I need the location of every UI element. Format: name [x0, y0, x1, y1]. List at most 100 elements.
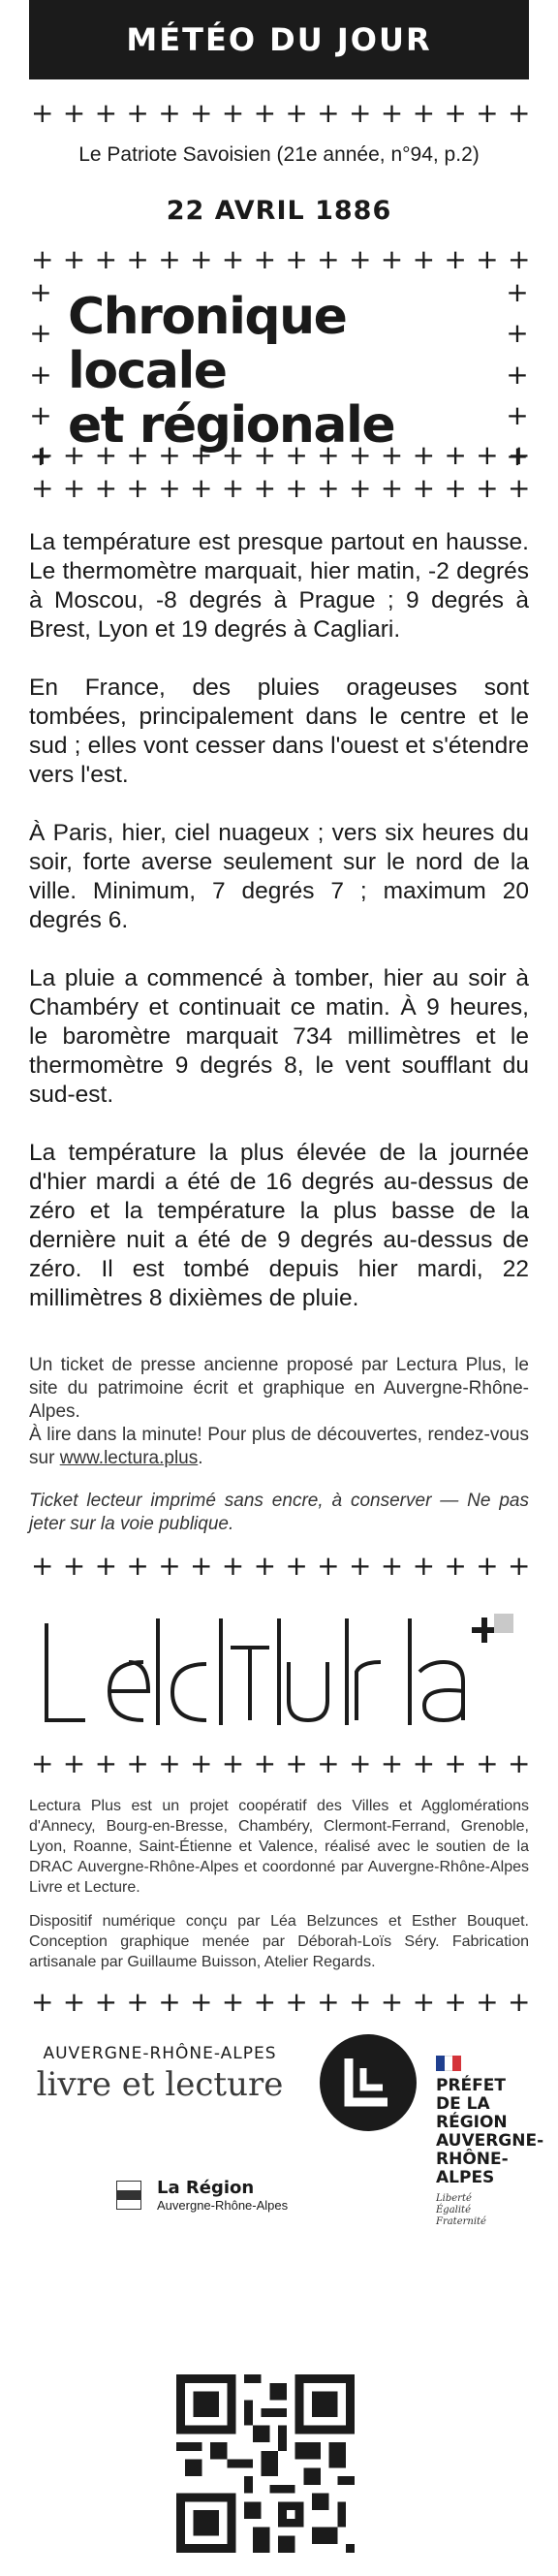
motto-line: Égalité [436, 2205, 471, 2215]
arl-top-text: AUVERGNE-RHÔNE-ALPES [43, 2044, 277, 2063]
paragraph: La température est presque partout en ha… [29, 529, 529, 643]
plus-glyph: + [62, 472, 86, 504]
lectura-link[interactable]: www.lectura.plus [60, 1448, 199, 1468]
credits: Lectura Plus est un projet coopératif de… [29, 1796, 529, 1972]
plus-glyph: + [380, 1550, 404, 1582]
plus-glyph: + [412, 243, 436, 275]
prefet-logo: PRÉFET DE LA RÉGION AUVERGNE- RHÔNE-ALPE… [436, 2056, 543, 2228]
plus-glyph: + [29, 358, 52, 391]
ticket-cta: À lire dans la minute! Pour plus de déco… [29, 1424, 529, 1470]
title-line: Chronique [68, 288, 348, 346]
plus-glyph: + [506, 317, 529, 350]
plus-glyph: + [348, 439, 372, 471]
plus-glyph: + [62, 1747, 86, 1779]
plus-glyph: + [380, 472, 404, 504]
ticket-info: Un ticket de presse ancienne proposé par… [29, 1354, 529, 1470]
plus-glyph: + [31, 439, 54, 471]
plus-glyph: + [507, 472, 531, 504]
plus-glyph: + [158, 243, 181, 275]
plus-glyph: + [317, 97, 340, 129]
drac-logo-icon [320, 2034, 417, 2131]
plus-glyph: + [444, 97, 467, 129]
plus-glyph: + [348, 243, 372, 275]
plus-glyph: + [444, 1986, 467, 2018]
plus-glyph: + [31, 97, 54, 129]
plus-glyph: + [285, 439, 308, 471]
plus-glyph: + [348, 472, 372, 504]
plus-glyph: + [221, 1550, 245, 1582]
plus-glyph: + [62, 1986, 86, 2018]
ticket-description: Un ticket de presse ancienne proposé par… [29, 1355, 529, 1422]
plus-glyph: + [94, 1747, 118, 1779]
plus-glyph: + [29, 398, 52, 431]
prefet-line: DE LA RÉGION [436, 2094, 508, 2132]
plus-glyph: + [62, 1550, 86, 1582]
plus-glyph: + [94, 243, 118, 275]
plus-glyph: + [285, 1550, 308, 1582]
plus-glyph: + [507, 97, 531, 129]
frame-bottom: + + + + + + + + + + + + + + + + [29, 439, 530, 472]
plus-glyph: + [62, 97, 86, 129]
plus-glyph: + [348, 97, 372, 129]
plus-glyph: + [189, 472, 213, 504]
frame-bottom-2: + + + + + + + + + + + + + + + + [29, 472, 531, 505]
plus-glyph: + [380, 1747, 404, 1779]
plus-glyph: + [317, 439, 340, 471]
plus-glyph: + [444, 1747, 467, 1779]
paragraph: À Paris, hier, ciel nuageux ; vers six h… [29, 820, 529, 933]
plus-glyph: + [221, 472, 245, 504]
plus-glyph: + [126, 1550, 149, 1582]
plus-glyph: + [31, 243, 54, 275]
plus-glyph: + [444, 1550, 467, 1582]
plus-glyph: + [31, 1550, 54, 1582]
plus-glyph: + [380, 1986, 404, 2018]
partner-logos: AUVERGNE-RHÔNE-ALPES livre et lecture La… [29, 2034, 543, 2247]
plus-glyph: + [317, 1986, 340, 2018]
plus-glyph: + [253, 1986, 277, 2018]
plus-glyph: + [412, 97, 436, 129]
paragraph: En France, des pluies orageuses sont tom… [29, 675, 529, 788]
title-line: locale [68, 342, 228, 400]
plus-glyph: + [253, 1550, 277, 1582]
prefet-line: PRÉFET [436, 2076, 506, 2095]
credits-project: Lectura Plus est un projet coopératif de… [29, 1798, 529, 1896]
plus-glyph: + [221, 243, 245, 275]
plus-glyph: + [444, 243, 467, 275]
plus-glyph: + [31, 1747, 54, 1779]
plus-glyph: + [29, 317, 52, 350]
plus-glyph: + [285, 1747, 308, 1779]
plus-glyph: + [285, 97, 308, 129]
plus-glyph: + [221, 1986, 245, 2018]
plus-glyph: + [507, 1986, 531, 2018]
plus-glyph: + [94, 439, 118, 471]
plus-glyph: + [189, 439, 213, 471]
plus-glyph: + [253, 97, 277, 129]
prefet-line: RHÔNE-ALPES [436, 2150, 509, 2187]
plus-glyph: + [158, 472, 181, 504]
prefet-line: AUVERGNE- [436, 2131, 544, 2151]
header-title: MÉTÉO DU JOUR [126, 21, 432, 58]
plus-divider: + + + + + + + + + + + + + + + + [29, 97, 531, 130]
plus-divider: + + + + + + + + + + + + + + + + [29, 1550, 531, 1583]
plus-glyph: + [94, 97, 118, 129]
plus-glyph: + [507, 1550, 531, 1582]
plus-glyph: + [126, 243, 149, 275]
plus-glyph: + [94, 1550, 118, 1582]
lectura-wordmark-icon [45, 1614, 513, 1725]
plus-glyph: + [348, 1550, 372, 1582]
plus-glyph: + [476, 1550, 499, 1582]
thin-divider [29, 1313, 529, 1323]
source-citation: Le Patriote Savoisien (21e année, n°94, … [78, 143, 480, 166]
arl-bottom-text: livre et lecture [36, 2065, 284, 2104]
plus-glyph: + [158, 1747, 181, 1779]
plus-glyph: + [506, 398, 529, 431]
credits-team: Dispositif numérique conçu par Léa Belzu… [29, 1913, 529, 1970]
plus-glyph: + [158, 1986, 181, 2018]
qr-code-icon[interactable] [176, 2374, 355, 2553]
plus-glyph: + [412, 1986, 436, 2018]
plus-glyph: + [476, 1986, 499, 2018]
plus-glyph: + [506, 358, 529, 391]
plus-glyph: + [444, 439, 467, 471]
region-name: La Région [157, 2178, 255, 2198]
plus-glyph: + [285, 472, 308, 504]
